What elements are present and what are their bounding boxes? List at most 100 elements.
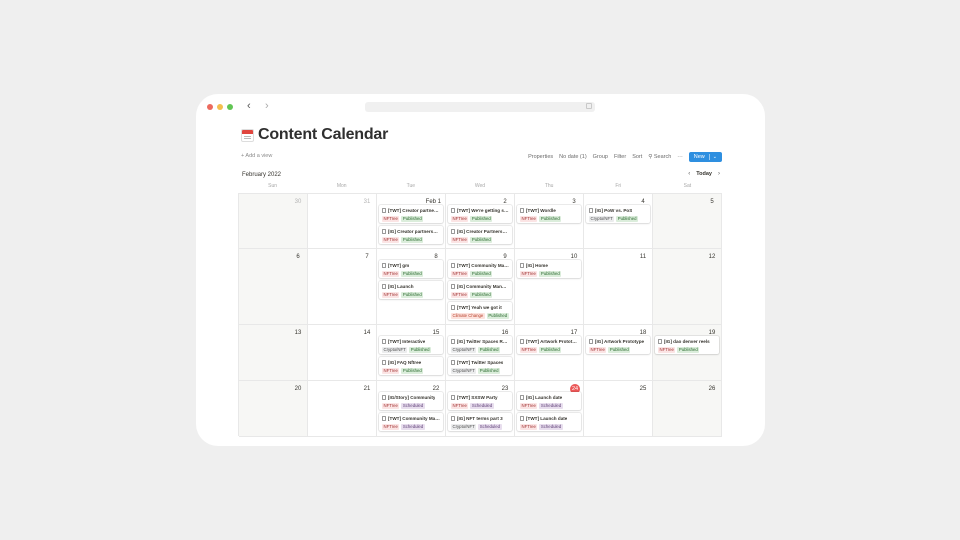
calendar-day[interactable]: 8 [TWT] gm NFTree Published [IG] Launch NFTre… [377, 249, 446, 325]
calendar-card[interactable]: [TWT] Yeah we got it Climate Change Publis… [448, 302, 512, 320]
calendar-card[interactable]: [TWT] Community Management NFTreeSchedule… [379, 413, 443, 431]
category-tag: NFTree [520, 216, 538, 222]
calendar-day[interactable]: 14 [308, 325, 377, 381]
page-icon [451, 284, 455, 289]
calendar-card[interactable]: [IG] Launch NFTree Published [379, 281, 443, 299]
group-button[interactable]: Group [593, 154, 608, 160]
calendar-day[interactable]: 30 [239, 194, 308, 249]
calendar-card[interactable]: [IG] Creator partnership NFTree Published [379, 226, 443, 244]
new-button[interactable]: New ⌄ [688, 152, 722, 162]
calendar-card[interactable]: [IG] Community Management NFTreePublished [448, 281, 512, 299]
day-number: 5 [710, 199, 714, 205]
chevron-right-icon[interactable]: › [718, 171, 720, 177]
card-tags: Crypto/NFT Published [589, 216, 647, 222]
maximize-window-icon[interactable] [227, 104, 233, 110]
weekday-header: Sun Mon Tue Wed Thu Fri Sat [238, 183, 722, 192]
database-toolbar: Properties No date (1) Group Filter Sort… [528, 152, 722, 162]
calendar-card[interactable]: [TWT] Launch date NFTree Scheduled [517, 413, 581, 431]
calendar-card[interactable]: [TWT] Wordle NFTree Published [517, 205, 581, 223]
calendar-card[interactable]: [TWT] gm NFTree Published [379, 260, 443, 278]
calendar-card[interactable]: [IG] PoW vs. PoS Crypto/NFT Published [586, 205, 650, 223]
search-button[interactable]: ⚲ Search [648, 154, 671, 160]
calendar-day[interactable]: 25 [584, 381, 653, 437]
calendar-card[interactable]: [IG] Home NFTree Published [517, 260, 581, 278]
card-tags: NFTree Published [451, 237, 509, 243]
calendar-day[interactable]: 7 [308, 249, 377, 325]
calendar-day[interactable]: 21 [308, 381, 377, 437]
card-title: [IG] Creator Partnership [451, 228, 509, 235]
calendar-card[interactable]: [IG] Creator Partnership NFTree Published [448, 226, 512, 244]
calendar-day[interactable]: 26 [653, 381, 722, 437]
calendar-day[interactable]: 3 [TWT] Wordle NFTree Published [515, 194, 584, 249]
card-title-text: [TWT] gm [388, 263, 410, 268]
minimize-window-icon[interactable] [217, 104, 223, 110]
day-number: 20 [294, 386, 302, 392]
calendar-card[interactable]: [IG] NFT terms part 3 Crypto/NFT Scheduled [448, 413, 512, 431]
page-icon [520, 263, 524, 268]
forward-arrow-icon[interactable]: › [265, 100, 269, 112]
category-tag: NFTree [520, 403, 538, 409]
day-cards: [TWT] Artwork Prototype NFTree Published [517, 336, 581, 354]
close-window-icon[interactable] [207, 104, 213, 110]
calendar-day[interactable]: 10 [IG] Home NFTree Published [515, 249, 584, 325]
calendar-day[interactable]: 12 [653, 249, 722, 325]
calendar-card[interactable]: [IG] FAQ Nftree NFTree Published [379, 357, 443, 375]
calendar-day[interactable]: 22 [IG/Story] Community NFTree Scheduled [TW… [377, 381, 446, 437]
card-title: [TWT] Interactive [382, 338, 440, 345]
calendar-day[interactable]: 6 [239, 249, 308, 325]
calendar-day[interactable]: 16 [IG] Twitter Spaces Recap Crypto/NFT Pub… [446, 325, 515, 381]
day-cards: [IG] Home NFTree Published [517, 260, 581, 278]
calendar-day[interactable]: 24 [IG] Launch date NFTree Scheduled [TWT] L… [515, 381, 584, 437]
calendar-day[interactable]: 23 [TWT] SXSW Party NFTree Scheduled [IG] NF… [446, 381, 515, 437]
calendar-card[interactable]: [IG] dao denver reels NFTree Published [655, 336, 719, 354]
card-title: [TWT] gm [382, 262, 440, 269]
chevron-left-icon[interactable]: ‹ [688, 171, 690, 177]
calendar-card[interactable]: [TWT] Artwork Prototype NFTree Published [517, 336, 581, 354]
calendar-card[interactable]: [IG/Story] Community NFTree Scheduled [379, 392, 443, 410]
today-button[interactable]: Today [696, 171, 712, 177]
card-title-text: [TWT] Launch date [526, 416, 568, 421]
calendar-card[interactable]: [TWT] We're getting started NFTreePublish… [448, 205, 512, 223]
calendar-card[interactable]: [TWT] Community Management NFTreePublishe… [448, 260, 512, 278]
calendar-card[interactable]: [IG] Twitter Spaces Recap Crypto/NFT Publi… [448, 336, 512, 354]
calendar-day[interactable]: 11 [584, 249, 653, 325]
calendar-day[interactable]: 2[TWT] We're getting startedNFTreePublis… [446, 194, 515, 249]
calendar-day[interactable]: 31 [308, 194, 377, 249]
properties-button[interactable]: Properties [528, 154, 553, 160]
calendar-card[interactable]: [TWT] Twitter Spaces Crypto/NFT Published [448, 357, 512, 375]
reload-icon[interactable] [586, 103, 592, 109]
card-title-text: [IG] dao denver reels [664, 339, 710, 344]
chevron-down-icon[interactable]: ⌄ [708, 154, 717, 160]
status-tag: Published [401, 271, 424, 277]
calendar-day[interactable]: 4 [IG] PoW vs. PoS Crypto/NFT Published [584, 194, 653, 249]
calendar-day[interactable]: 9[TWT] Community ManagementNFTreePublish… [446, 249, 515, 325]
no-date-button[interactable]: No date (1) [559, 154, 587, 160]
page-icon [382, 416, 386, 421]
calendar-day[interactable]: 13 [239, 325, 308, 381]
card-tags: NFTree Scheduled [382, 424, 440, 430]
back-arrow-icon[interactable]: ‹ [247, 100, 251, 112]
card-title: [TWT] We're getting started [451, 207, 509, 214]
calendar-card[interactable]: [IG] Artwork Prototype NFTree Published [586, 336, 650, 354]
calendar-day[interactable]: 18 [IG] Artwork Prototype NFTree Published [584, 325, 653, 381]
calendar-card[interactable]: [TWT] Interactive Crypto/NFT Published [379, 336, 443, 354]
add-view-button[interactable]: + Add a view [241, 153, 272, 159]
calendar-card[interactable]: [IG] Launch date NFTree Scheduled [517, 392, 581, 410]
calendar-card[interactable]: [TWT] SXSW Party NFTree Scheduled [448, 392, 512, 410]
calendar-day[interactable]: 20 [239, 381, 308, 437]
calendar-day[interactable]: 5 [653, 194, 722, 249]
calendar-day[interactable]: 15 [TWT] Interactive Crypto/NFT Published [I… [377, 325, 446, 381]
card-tags: NFTree Published [451, 216, 509, 222]
card-title: [TWT] Launch date [520, 415, 578, 422]
calendar-day[interactable]: 17 [TWT] Artwork Prototype NFTree Published [515, 325, 584, 381]
more-options-button[interactable]: ··· [677, 154, 683, 160]
filter-button[interactable]: Filter [614, 154, 626, 160]
calendar-day[interactable]: Feb 1 [TWT] Creator partnership NFTree Publ… [377, 194, 446, 249]
address-bar[interactable] [365, 102, 595, 112]
calendar-grid: 30 31 Feb 1 [TWT] Creator partnership NFTree… [238, 193, 722, 437]
status-tag: Published [539, 216, 562, 222]
sort-button[interactable]: Sort [632, 154, 642, 160]
day-cards: [TWT] SXSW Party NFTree Scheduled [IG] NFT … [448, 392, 512, 431]
calendar-day[interactable]: 19 [IG] dao denver reels NFTree Published [653, 325, 722, 381]
calendar-card[interactable]: [TWT] Creator partnership NFTree Published [379, 205, 443, 223]
